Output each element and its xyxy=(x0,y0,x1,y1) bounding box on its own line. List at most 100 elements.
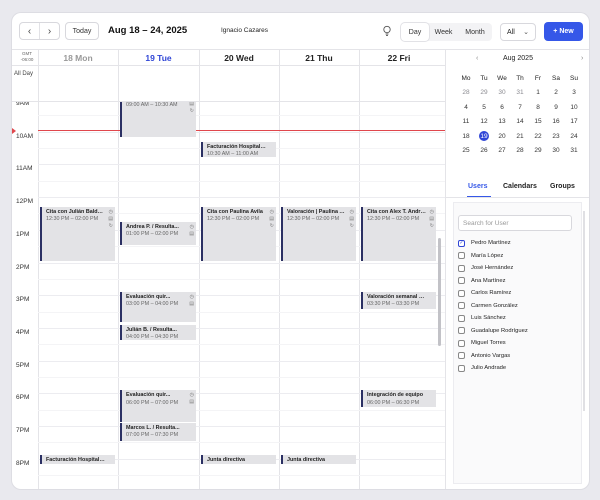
user-checkbox[interactable] xyxy=(458,327,465,334)
view-month-button[interactable]: Month xyxy=(458,23,492,41)
view-day-button[interactable]: Day xyxy=(401,23,429,41)
user-checkbox[interactable] xyxy=(458,264,465,272)
calendar-event[interactable]: Evaluación quir... 03:00 PM – 04:00 PM ◷ ▤ xyxy=(120,291,196,322)
filter-select[interactable]: All ⌄ xyxy=(500,23,536,41)
lightbulb-icon[interactable] xyxy=(382,25,392,37)
user-item[interactable]: María López xyxy=(458,251,503,261)
mini-day[interactable]: 20 xyxy=(494,130,510,142)
mini-day[interactable]: 3 xyxy=(566,87,582,99)
user-search-input[interactable]: Search for User xyxy=(458,215,572,231)
calendar-event[interactable]: Facturación Hospital Or... xyxy=(40,455,115,465)
calendar-event[interactable]: Valoración | Paulina Avila 12:30 PM – 02:… xyxy=(281,206,356,262)
calendar-event[interactable]: Integración de equipo 06:00 PM – 06:30 PM xyxy=(361,390,436,407)
calendar-event[interactable]: Marcos L. / Resulta... 07:00 PM – 07:30 P… xyxy=(120,422,196,442)
calendar-event[interactable]: Junta directiva xyxy=(281,455,356,465)
mini-day[interactable]: 28 xyxy=(512,145,528,157)
mini-day[interactable]: 23 xyxy=(548,130,564,142)
mini-day[interactable]: 16 xyxy=(548,116,564,128)
mini-day[interactable]: 15 xyxy=(530,116,546,128)
user-item[interactable]: Miguel Torres xyxy=(458,338,506,348)
calendar-event[interactable]: Cita con Paulina Avila 12:30 PM – 02:00 P… xyxy=(201,206,276,262)
day-header-3[interactable]: 21 Thu xyxy=(279,50,359,65)
mini-day[interactable]: 11 xyxy=(458,116,474,128)
mini-day[interactable]: 2 xyxy=(548,87,564,99)
mini-day[interactable]: 9 xyxy=(548,101,564,113)
day-header-2[interactable]: 20 Wed xyxy=(199,50,279,65)
mini-day[interactable]: 18 xyxy=(458,130,474,142)
mini-day[interactable]: 4 xyxy=(458,101,474,113)
user-checkbox[interactable] xyxy=(458,302,465,309)
user-item[interactable]: Antonio Vargas xyxy=(458,351,510,361)
mini-day[interactable]: 22 xyxy=(530,130,546,142)
mini-day[interactable]: 17 xyxy=(566,116,582,128)
event-title: Facturación Hospital Or... xyxy=(46,457,105,464)
mini-day[interactable]: 28 xyxy=(458,87,474,99)
mini-day[interactable]: 26 xyxy=(476,145,492,157)
user-item[interactable]: José Hernández xyxy=(458,263,513,273)
current-time-marker xyxy=(12,127,16,134)
tab-calendars[interactable]: Calendars xyxy=(503,183,537,190)
tab-groups[interactable]: Groups xyxy=(550,183,575,190)
calendar-event[interactable]: Junta directiva xyxy=(201,455,276,465)
calendar-event[interactable]: Andrea P. / Resulta... 01:00 PM – 02:00 P… xyxy=(120,221,196,246)
mini-day[interactable]: 6 xyxy=(494,101,510,113)
mini-weekday: Mo xyxy=(461,74,471,82)
chevron-left-icon[interactable]: ‹ xyxy=(20,23,39,39)
mini-day-number: 31 xyxy=(570,147,578,154)
calendar-event[interactable]: Capacitación Sales ...09:00 AM – 10:30 A… xyxy=(120,102,196,138)
view-week-button[interactable]: Week xyxy=(429,23,458,41)
mini-day[interactable]: 29 xyxy=(530,145,546,157)
calendar-event[interactable]: Evaluación quir... 06:00 PM – 07:00 PM ◷ ▤ xyxy=(120,390,196,422)
day-header-1[interactable]: 19 Tue xyxy=(118,50,199,65)
time-grid[interactable]: 9AM 10AM 11AM 12PM 1PM 2PM 3PM 4PM 5PM 6PM 7PM 8PM C… xyxy=(12,102,445,489)
mini-day[interactable]: 21 xyxy=(512,130,528,142)
day-header-4[interactable]: 22 Fri xyxy=(359,50,439,65)
mini-day[interactable]: 27 xyxy=(494,145,510,157)
calendar-event[interactable]: Cita con Julián Balderaz 12:30 PM – 02:00… xyxy=(40,206,115,262)
mini-day[interactable]: 30 xyxy=(494,87,510,99)
mini-day[interactable]: 13 xyxy=(494,116,510,128)
mini-day[interactable]: 25 xyxy=(458,145,474,157)
user-checkbox[interactable] xyxy=(458,277,465,284)
calendar-event[interactable]: Cita con Alex T. Andrade 12:30 PM – 02:00… xyxy=(361,206,436,262)
user-item[interactable]: Luis Sánchez xyxy=(458,313,506,323)
mini-next-icon[interactable]: › xyxy=(581,55,583,62)
mini-day[interactable]: 1 xyxy=(530,87,546,99)
mini-day[interactable]: 7 xyxy=(512,101,528,113)
user-checkbox[interactable] xyxy=(458,289,465,297)
mini-day[interactable]: 5 xyxy=(476,101,492,113)
today-button[interactable]: Today xyxy=(65,22,99,40)
calendar-event[interactable]: Valoración semanal Die... 03:30 PM – 03:3… xyxy=(361,291,436,309)
user-checkbox[interactable] xyxy=(458,364,465,372)
calendar-scrollbar[interactable] xyxy=(438,238,441,346)
mini-day-number: 29 xyxy=(534,147,542,154)
calendar-event[interactable]: Julián B. / Resulta... 04:00 PM – 04:30 P… xyxy=(120,324,196,340)
user-item[interactable]: ✓ Pedro Martínez xyxy=(458,238,511,248)
user-item[interactable]: Julio Andrade xyxy=(458,363,506,373)
tab-users[interactable]: Users xyxy=(468,183,487,190)
user-item[interactable]: Guadalupe Rodríguez xyxy=(458,326,528,336)
user-checkbox[interactable] xyxy=(458,339,465,347)
user-checkbox[interactable]: ✓ xyxy=(458,239,465,247)
user-item[interactable]: Carlos Ramírez xyxy=(458,288,511,298)
user-checkbox[interactable] xyxy=(458,352,465,359)
mini-day[interactable]: 12 xyxy=(476,116,492,128)
user-item[interactable]: Carmen González xyxy=(458,301,518,311)
calendar-event[interactable]: Facturación Hospital M... 10:30 AM – 11:0… xyxy=(201,141,276,157)
user-checkbox[interactable] xyxy=(458,314,465,322)
mini-day[interactable]: 24 xyxy=(566,130,582,142)
mini-day[interactable]: 14 xyxy=(512,116,528,128)
mini-day[interactable]: 19 xyxy=(476,130,492,142)
mini-day[interactable]: 10 xyxy=(566,101,582,113)
mini-day[interactable]: 31 xyxy=(566,145,582,157)
mini-day[interactable]: 30 xyxy=(548,145,564,157)
user-item[interactable]: Ana Martínez xyxy=(458,276,505,286)
new-event-button[interactable]: + New xyxy=(544,22,583,41)
chevron-right-icon[interactable]: › xyxy=(39,23,59,39)
side-scrollbar[interactable] xyxy=(583,211,585,411)
user-checkbox[interactable] xyxy=(458,252,465,259)
mini-day[interactable]: 8 xyxy=(530,101,546,113)
mini-day[interactable]: 31 xyxy=(512,87,528,99)
day-header-0[interactable]: 18 Mon xyxy=(38,50,118,65)
mini-day[interactable]: 29 xyxy=(476,87,492,99)
